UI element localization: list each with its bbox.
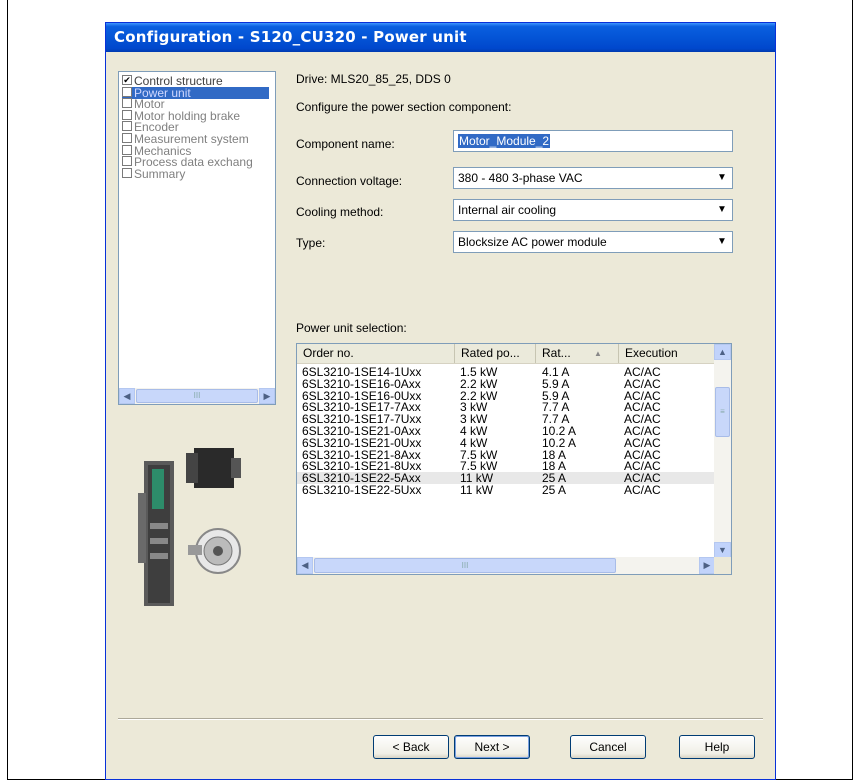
help-button[interactable]: Help	[679, 735, 755, 759]
power-unit-list[interactable]: Order no. Rated po... Rat... ▲ Execution…	[296, 343, 732, 575]
checkbox-icon[interactable]	[122, 121, 132, 132]
horizontal-scroll-thumb[interactable]: III	[314, 558, 616, 573]
intro-text: Configure the power section component:	[296, 100, 512, 114]
list-header: Order no. Rated po... Rat... ▲ Execution	[297, 344, 715, 364]
checkbox-icon[interactable]	[122, 156, 132, 167]
scroll-thumb-grip: III	[193, 391, 201, 400]
table-row[interactable]: 6SL3210-1SE22-5Uxx 11 kW 25 A AC/AC	[297, 484, 715, 496]
window-title[interactable]: Configuration - S120_CU320 - Power unit	[106, 23, 775, 52]
table-cell: 5.9 A	[542, 376, 570, 391]
table-cell: 6SL3210-1SE21-0Uxx	[302, 435, 422, 450]
column-header-rated-current[interactable]: Rat... ▲	[536, 344, 619, 363]
tree-item[interactable]: Summary	[122, 166, 186, 181]
type-value: Blocksize AC power module	[458, 235, 607, 249]
chevron-down-icon[interactable]: ▼	[714, 202, 730, 218]
tree-item-label: Summary	[134, 166, 186, 181]
table-cell: AC/AC	[624, 376, 661, 391]
table-row[interactable]: 6SL3210-1SE21-0Uxx 4 kW 10.2 A AC/AC	[297, 437, 715, 449]
checkbox-icon[interactable]	[122, 167, 132, 178]
checkbox-icon[interactable]	[122, 86, 132, 97]
table-row[interactable]: 6SL3210-1SE16-0Axx 2.2 kW 5.9 A AC/AC	[297, 378, 715, 390]
scroll-thumb[interactable]: III	[136, 389, 258, 403]
type-label: Type:	[296, 236, 326, 250]
scrollbar-corner	[714, 557, 731, 574]
chevron-down-icon[interactable]: ▼	[714, 170, 730, 186]
table-cell: 6SL3210-1SE22-5Uxx	[302, 483, 422, 497]
connection-voltage-select[interactable]: 380 - 480 3-phase VAC ▼	[453, 167, 733, 189]
power-unit-selection-label: Power unit selection:	[296, 321, 407, 335]
type-select[interactable]: Blocksize AC power module ▼	[453, 231, 733, 253]
column-header-order-no[interactable]: Order no.	[297, 344, 455, 363]
cooling-method-value: Internal air cooling	[458, 203, 557, 217]
scroll-left-arrow-icon[interactable]: ◀	[119, 388, 135, 404]
scroll-right-arrow-icon[interactable]: ▶	[699, 557, 715, 574]
table-cell: 25 A	[542, 483, 567, 497]
checkbox-icon[interactable]	[122, 133, 132, 143]
configuration-dialog: Configuration - S120_CU320 - Power unit …	[105, 22, 776, 780]
table-cell: AC/AC	[624, 483, 661, 497]
column-header-rated-power[interactable]: Rated po...	[455, 344, 536, 363]
table-cell: 11 kW	[460, 483, 494, 497]
scroll-right-arrow-icon[interactable]: ▶	[259, 388, 275, 404]
table-cell: AC/AC	[624, 435, 661, 450]
table-cell: 4 kW	[460, 435, 488, 450]
checkbox-icon[interactable]	[122, 144, 132, 155]
table-cell: 10.2 A	[542, 435, 577, 450]
scroll-left-arrow-icon[interactable]: ◀	[297, 557, 313, 574]
rated-current-header-label: Rat...	[542, 346, 571, 360]
checkbox-icon[interactable]	[122, 109, 132, 120]
cooling-method-select[interactable]: Internal air cooling ▼	[453, 199, 733, 221]
power-unit-illustration	[138, 448, 241, 606]
wizard-step-tree[interactable]: ✔ Control structure Power unit Motor Motor h…	[118, 71, 276, 405]
sort-ascending-icon: ▲	[594, 349, 602, 358]
connection-voltage-value: 380 - 480 3-phase VAC	[458, 171, 583, 185]
checkbox-icon[interactable]: ✔	[122, 75, 132, 85]
cooling-method-label: Cooling method:	[296, 205, 384, 219]
table-cell: 2.2 kW	[460, 376, 498, 391]
checkbox-icon[interactable]	[122, 98, 132, 109]
list-horizontal-scrollbar[interactable]: ◀ III ▶	[297, 557, 715, 574]
next-button[interactable]: Next >	[454, 735, 530, 759]
component-name-label: Component name:	[296, 137, 395, 151]
scroll-thumb-grip: III	[461, 561, 469, 570]
back-button[interactable]: < Back	[373, 735, 449, 759]
scroll-down-arrow-icon[interactable]: ▼	[714, 542, 731, 558]
connection-voltage-label: Connection voltage:	[296, 174, 403, 188]
button-separator	[118, 718, 763, 720]
cancel-button[interactable]: Cancel	[570, 735, 646, 759]
table-cell: 6SL3210-1SE16-0Axx	[302, 376, 421, 391]
tree-horizontal-scrollbar[interactable]: ◀ III ▶	[119, 388, 275, 404]
vertical-scroll-thumb[interactable]: ≡	[715, 387, 730, 437]
component-name-value: Motor_Module_2	[458, 134, 551, 148]
drive-label: Drive: MLS20_85_25, DDS 0	[296, 72, 451, 86]
scroll-up-arrow-icon[interactable]: ▲	[714, 344, 731, 360]
list-vertical-scrollbar[interactable]: ▲ ≡ ▼	[714, 344, 731, 558]
chevron-down-icon[interactable]: ▼	[714, 234, 730, 250]
component-name-field[interactable]: Motor_Module_2	[453, 130, 733, 152]
column-header-execution[interactable]: Execution	[619, 344, 715, 363]
